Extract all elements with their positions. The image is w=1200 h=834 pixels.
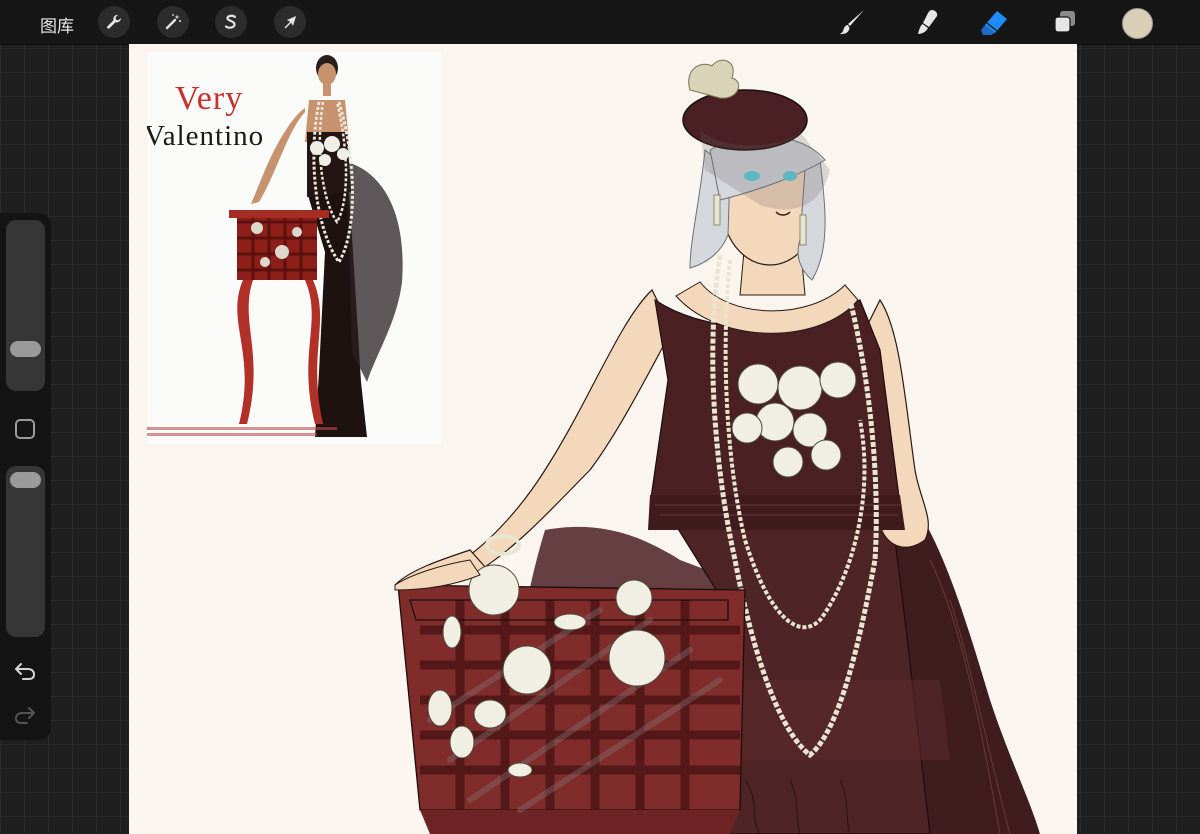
undo-button[interactable]: [12, 659, 38, 683]
arrow-cursor-icon: [284, 16, 296, 29]
main-illustration: [394, 59, 1040, 834]
brush-icon: [840, 10, 864, 35]
smudge-tool-button[interactable]: [910, 5, 946, 39]
smudge-icon: [918, 10, 938, 34]
eraser-tool-button[interactable]: [976, 5, 1012, 39]
undo-icon: [15, 663, 36, 680]
brush-size-thumb[interactable]: [10, 341, 41, 357]
eraser-icon: [981, 11, 1007, 35]
layers-icon: [1054, 11, 1075, 33]
brush-size-slider[interactable]: [6, 220, 45, 391]
magic-wand-icon: [165, 14, 181, 30]
wrench-icon: [107, 14, 121, 29]
redo-button[interactable]: [12, 703, 38, 727]
layers-button[interactable]: [1047, 5, 1083, 39]
brush-opacity-thumb[interactable]: [10, 472, 41, 488]
square-icon[interactable]: [15, 419, 35, 439]
brush-tool-button[interactable]: [834, 5, 870, 39]
adjustments-button[interactable]: [157, 6, 189, 38]
actions-button[interactable]: [98, 6, 130, 38]
selection-button[interactable]: [215, 6, 247, 38]
transform-button[interactable]: [274, 6, 306, 38]
gallery-button[interactable]: 图库: [40, 12, 74, 37]
drawing-canvas[interactable]: Very Valentino: [129, 44, 1077, 834]
color-swatch-button[interactable]: [1122, 8, 1153, 39]
selection-s-icon: [224, 14, 237, 29]
brush-opacity-slider[interactable]: [6, 466, 45, 637]
top-toolbar: 图库: [0, 0, 1200, 45]
redo-icon: [14, 707, 35, 724]
left-sidebar: [0, 213, 51, 740]
